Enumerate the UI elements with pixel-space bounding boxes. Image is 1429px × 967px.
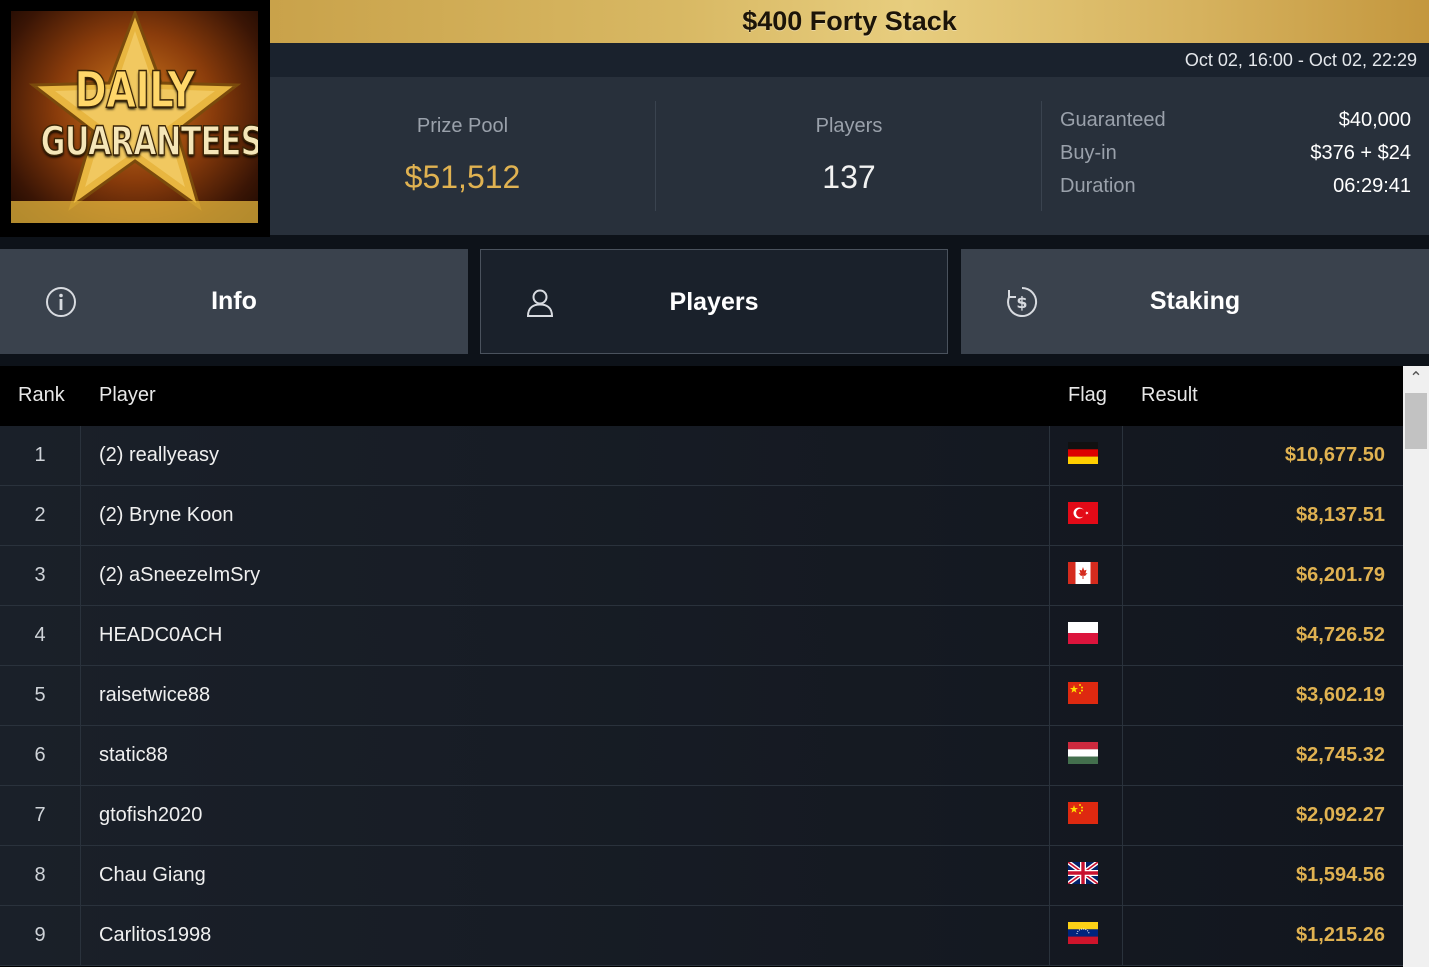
- table-scrollbar[interactable]: ⌃: [1403, 366, 1429, 967]
- poland-flag-icon: [1068, 622, 1098, 644]
- daily-guarantees-badge: DAILY GUARANTEES: [11, 11, 258, 223]
- logo-line-daily: DAILY: [74, 60, 196, 120]
- detail-label: Guaranteed: [1060, 109, 1166, 131]
- table-row[interactable]: 7 gtofish2020 $2,092.27: [0, 786, 1403, 846]
- result-amount: $4,726.52: [1296, 624, 1385, 646]
- result-amount: $1,594.56: [1296, 864, 1385, 886]
- detail-label: Duration: [1060, 175, 1136, 197]
- tournament-title: $400 Forty Stack: [742, 6, 957, 36]
- table-row[interactable]: 4 HEADC0ACH $4,726.52: [0, 606, 1403, 666]
- venezuela-flag-icon: [1068, 922, 1098, 944]
- flag-cell: [1049, 426, 1123, 485]
- players-table: Rank Player Flag Result 1 (2) reallyeasy…: [0, 366, 1429, 967]
- flag-cell: [1049, 606, 1123, 665]
- united-kingdom-flag-icon: [1068, 862, 1098, 884]
- tab-players[interactable]: Players: [480, 249, 948, 354]
- prize-pool-label: Prize Pool: [416, 115, 509, 137]
- tab-staking-label: Staking: [1149, 287, 1241, 315]
- player-name: (2) aSneezeImSry: [99, 564, 261, 586]
- table-row[interactable]: 3 (2) aSneezeImSry $6,201.79: [0, 546, 1403, 606]
- tab-info-label: Info: [211, 287, 257, 315]
- flag-cell: [1049, 486, 1123, 545]
- player-name: gtofish2020: [99, 804, 203, 826]
- stat-divider: [1041, 101, 1042, 211]
- column-header-rank[interactable]: Rank: [18, 384, 65, 407]
- result-amount: $1,215.26: [1296, 924, 1385, 946]
- table-row[interactable]: 5 raisetwice88 $3,602.19: [0, 666, 1403, 726]
- player-name: Carlitos1998: [99, 924, 212, 946]
- tab-staking[interactable]: $ Staking: [961, 249, 1429, 354]
- column-header-flag[interactable]: Flag: [1068, 384, 1107, 407]
- prize-pool-stat: Prize Pool $51,512: [270, 77, 655, 235]
- column-header-player[interactable]: Player: [99, 384, 156, 407]
- column-header-result[interactable]: Result: [1141, 384, 1198, 407]
- tournament-title-bar: $400 Forty Stack: [270, 0, 1429, 43]
- table-row[interactable]: 1 (2) reallyeasy $10,677.50: [0, 426, 1403, 486]
- player-name: Chau Giang: [99, 864, 206, 886]
- flag-cell: [1049, 846, 1123, 905]
- result-amount: $2,745.32: [1296, 744, 1385, 766]
- rank-cell: 3: [0, 546, 81, 605]
- result-amount: $10,677.50: [1284, 444, 1385, 466]
- detail-row-buy-in: Buy-in $376 + $24: [1060, 142, 1411, 175]
- table-row[interactable]: 8 Chau Giang $1,594.56: [0, 846, 1403, 906]
- tab-info[interactable]: Info: [0, 249, 468, 354]
- player-name: (2) Bryne Koon: [99, 504, 234, 526]
- table-body: 1 (2) reallyeasy $10,677.50 2 (2) Bryne …: [0, 426, 1403, 966]
- table-row[interactable]: 6 static88 $2,745.32: [0, 726, 1403, 786]
- table-row[interactable]: 9 Carlitos1998 $1,215.26: [0, 906, 1403, 966]
- players-stat: Players 137: [656, 77, 1042, 235]
- player-name: (2) reallyeasy: [99, 444, 220, 466]
- tournament-date-range: Oct 02, 16:00 - Oct 02, 22:29: [270, 43, 1429, 77]
- hungary-flag-icon: [1068, 742, 1098, 764]
- tournament-details: Guaranteed $40,000 Buy-in $376 + $24 Dur…: [1060, 109, 1411, 208]
- table-header: Rank Player Flag Result: [0, 366, 1403, 426]
- detail-value: $376 + $24: [1310, 142, 1411, 164]
- flag-cell: [1049, 546, 1123, 605]
- flag-cell: [1049, 726, 1123, 785]
- turkey-flag-icon: [1068, 502, 1098, 524]
- table-row[interactable]: 2 (2) Bryne Koon $8,137.51: [0, 486, 1403, 546]
- canada-flag-icon: [1068, 562, 1098, 584]
- flag-cell: [1049, 906, 1123, 965]
- china-flag-icon: [1068, 682, 1098, 704]
- player-name: raisetwice88: [99, 684, 211, 706]
- logo-line-guarantees: GUARANTEES: [40, 118, 258, 166]
- rank-cell: 8: [0, 846, 81, 905]
- result-amount: $2,092.27: [1296, 804, 1385, 826]
- scrollbar-thumb[interactable]: [1405, 393, 1427, 449]
- player-name: static88: [99, 744, 168, 766]
- rank-cell: 6: [0, 726, 81, 785]
- detail-row-duration: Duration 06:29:41: [1060, 175, 1411, 208]
- prize-pool-value: $51,512: [404, 159, 521, 195]
- rank-cell: 1: [0, 426, 81, 485]
- rank-cell: 2: [0, 486, 81, 545]
- tournament-logo: DAILY GUARANTEES: [0, 0, 270, 237]
- result-amount: $3,602.19: [1296, 684, 1385, 706]
- detail-value: $40,000: [1338, 109, 1411, 131]
- rank-cell: 7: [0, 786, 81, 845]
- player-name: HEADC0ACH: [99, 624, 223, 646]
- germany-flag-icon: [1068, 442, 1098, 464]
- detail-label: Buy-in: [1060, 142, 1117, 164]
- scroll-up-arrow-icon[interactable]: ⌃: [1403, 366, 1429, 392]
- tab-players-label: Players: [669, 288, 759, 316]
- detail-row-guaranteed: Guaranteed $40,000: [1060, 109, 1411, 142]
- flag-cell: [1049, 666, 1123, 725]
- tournament-stats-panel: Prize Pool $51,512 Players 137 Guarantee…: [270, 77, 1429, 235]
- players-count-value: 137: [822, 159, 876, 195]
- rank-cell: 5: [0, 666, 81, 725]
- china-flag-icon: [1068, 802, 1098, 824]
- detail-value: 06:29:41: [1333, 175, 1411, 197]
- flag-cell: [1049, 786, 1123, 845]
- result-amount: $8,137.51: [1296, 504, 1385, 526]
- players-count-label: Players: [815, 115, 883, 137]
- rank-cell: 9: [0, 906, 81, 965]
- result-amount: $6,201.79: [1296, 564, 1385, 586]
- rank-cell: 4: [0, 606, 81, 665]
